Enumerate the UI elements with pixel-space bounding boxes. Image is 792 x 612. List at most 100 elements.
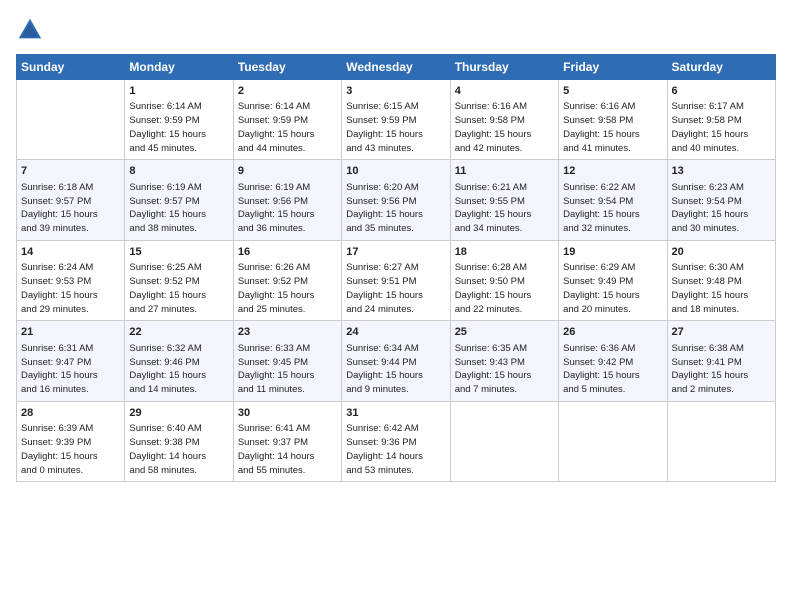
cell-info: Sunrise: 6:25 AM Sunset: 9:52 PM Dayligh… [129, 261, 228, 316]
cell-info: Sunrise: 6:23 AM Sunset: 9:54 PM Dayligh… [672, 181, 771, 236]
cell-info: Sunrise: 6:19 AM Sunset: 9:57 PM Dayligh… [129, 181, 228, 236]
calendar-cell: 23 Sunrise: 6:33 AM Sunset: 9:45 PM Dayli… [233, 321, 341, 401]
calendar-cell: 3Sunrise: 6:15 AM Sunset: 9:59 PM Daylig… [342, 80, 450, 160]
cell-info: Sunrise: 6:26 AM Sunset: 9:52 PM Dayligh… [238, 261, 337, 316]
day-number: 14 [21, 245, 120, 260]
day-number: 16 [238, 245, 337, 260]
day-number: 7 [21, 164, 120, 179]
day-number: 15 [129, 245, 228, 260]
week-row-1: 7 Sunrise: 6:18 AM Sunset: 9:57 PM Daylig… [17, 160, 776, 240]
calendar-cell: 7 Sunrise: 6:18 AM Sunset: 9:57 PM Daylig… [17, 160, 125, 240]
day-number: 2 [238, 84, 337, 99]
calendar-table: SundayMondayTuesdayWednesdayThursdayFrid… [16, 54, 776, 482]
day-number: 31 [346, 406, 445, 421]
calendar-cell: 26 Sunrise: 6:36 AM Sunset: 9:42 PM Dayli… [559, 321, 667, 401]
day-number: 6 [672, 84, 771, 99]
calendar-cell: 31Sunrise: 6:42 AM Sunset: 9:36 PM Dayli… [342, 401, 450, 481]
calendar-cell: 1Sunrise: 6:14 AM Sunset: 9:59 PM Daylig… [125, 80, 233, 160]
calendar-cell: 21 Sunrise: 6:31 AM Sunset: 9:47 PM Dayli… [17, 321, 125, 401]
cell-info: Sunrise: 6:32 AM Sunset: 9:46 PM Dayligh… [129, 342, 228, 397]
day-number: 20 [672, 245, 771, 260]
cell-info: Sunrise: 6:20 AM Sunset: 9:56 PM Dayligh… [346, 181, 445, 236]
calendar-cell: 19Sunrise: 6:29 AM Sunset: 9:49 PM Dayli… [559, 240, 667, 320]
day-number: 25 [455, 325, 554, 340]
cell-info: Sunrise: 6:29 AM Sunset: 9:49 PM Dayligh… [563, 261, 662, 316]
cell-info: Sunrise: 6:16 AM Sunset: 9:58 PM Dayligh… [563, 100, 662, 155]
day-number: 24 [346, 325, 445, 340]
day-number: 8 [129, 164, 228, 179]
cell-info: Sunrise: 6:21 AM Sunset: 9:55 PM Dayligh… [455, 181, 554, 236]
week-row-0: 1 Sunrise: 6:14 AM Sunset: 9:59 PM Daylig… [17, 80, 776, 160]
calendar-cell: 29Sunrise: 6:40 AM Sunset: 9:38 PM Dayli… [125, 401, 233, 481]
cell-info: Sunrise: 6:18 AM Sunset: 9:57 PM Dayligh… [21, 181, 120, 236]
day-number: 18 [455, 245, 554, 260]
cell-info: Sunrise: 6:40 AM Sunset: 9:38 PM Dayligh… [129, 422, 228, 477]
calendar-cell: 18Sunrise: 6:28 AM Sunset: 9:50 PM Dayli… [450, 240, 558, 320]
calendar-cell [17, 80, 125, 160]
cell-info: Sunrise: 6:34 AM Sunset: 9:44 PM Dayligh… [346, 342, 445, 397]
calendar-cell: 4Sunrise: 6:16 AM Sunset: 9:58 PM Daylig… [450, 80, 558, 160]
calendar-cell: 14Sunrise: 6:24 AM Sunset: 9:53 PM Dayli… [17, 240, 125, 320]
cell-info: Sunrise: 6:22 AM Sunset: 9:54 PM Dayligh… [563, 181, 662, 236]
calendar-cell [559, 401, 667, 481]
cell-info: Sunrise: 6:27 AM Sunset: 9:51 PM Dayligh… [346, 261, 445, 316]
cell-info: Sunrise: 6:15 AM Sunset: 9:59 PM Dayligh… [346, 100, 445, 155]
day-number: 13 [672, 164, 771, 179]
cell-info: Sunrise: 6:39 AM Sunset: 9:39 PM Dayligh… [21, 422, 120, 477]
logo-icon [16, 16, 44, 44]
cell-info: Sunrise: 6:33 AM Sunset: 9:45 PM Dayligh… [238, 342, 337, 397]
day-number: 28 [21, 406, 120, 421]
calendar-cell: 27 Sunrise: 6:38 AM Sunset: 9:41 PM Dayli… [667, 321, 775, 401]
calendar-cell: 15Sunrise: 6:25 AM Sunset: 9:52 PM Dayli… [125, 240, 233, 320]
cell-info: Sunrise: 6:36 AM Sunset: 9:42 PM Dayligh… [563, 342, 662, 397]
cell-info: Sunrise: 6:19 AM Sunset: 9:56 PM Dayligh… [238, 181, 337, 236]
cell-info: Sunrise: 6:14 AM Sunset: 9:59 PM Dayligh… [238, 100, 337, 155]
calendar-cell: 25Sunrise: 6:35 AM Sunset: 9:43 PM Dayli… [450, 321, 558, 401]
day-number: 21 [21, 325, 120, 340]
calendar-cell: 8 Sunrise: 6:19 AM Sunset: 9:57 PM Daylig… [125, 160, 233, 240]
logo [16, 16, 48, 44]
day-number: 29 [129, 406, 228, 421]
calendar-cell: 2Sunrise: 6:14 AM Sunset: 9:59 PM Daylig… [233, 80, 341, 160]
calendar-cell: 13 Sunrise: 6:23 AM Sunset: 9:54 PM Dayli… [667, 160, 775, 240]
day-number: 23 [238, 325, 337, 340]
cell-info: Sunrise: 6:42 AM Sunset: 9:36 PM Dayligh… [346, 422, 445, 477]
calendar-cell: 28Sunrise: 6:39 AM Sunset: 9:39 PM Dayli… [17, 401, 125, 481]
day-number: 19 [563, 245, 662, 260]
cell-info: Sunrise: 6:38 AM Sunset: 9:41 PM Dayligh… [672, 342, 771, 397]
cell-info: Sunrise: 6:16 AM Sunset: 9:58 PM Dayligh… [455, 100, 554, 155]
col-header-saturday: Saturday [667, 55, 775, 80]
day-number: 30 [238, 406, 337, 421]
day-number: 9 [238, 164, 337, 179]
col-header-tuesday: Tuesday [233, 55, 341, 80]
col-header-monday: Monday [125, 55, 233, 80]
week-row-2: 14Sunrise: 6:24 AM Sunset: 9:53 PM Dayli… [17, 240, 776, 320]
day-number: 1 [129, 84, 228, 99]
calendar-cell: 17Sunrise: 6:27 AM Sunset: 9:51 PM Dayli… [342, 240, 450, 320]
cell-info: Sunrise: 6:28 AM Sunset: 9:50 PM Dayligh… [455, 261, 554, 316]
day-number: 27 [672, 325, 771, 340]
cell-info: Sunrise: 6:31 AM Sunset: 9:47 PM Dayligh… [21, 342, 120, 397]
calendar-cell [667, 401, 775, 481]
col-header-friday: Friday [559, 55, 667, 80]
calendar-cell [450, 401, 558, 481]
calendar-cell: 5Sunrise: 6:16 AM Sunset: 9:58 PM Daylig… [559, 80, 667, 160]
col-header-sunday: Sunday [17, 55, 125, 80]
day-number: 10 [346, 164, 445, 179]
day-number: 26 [563, 325, 662, 340]
calendar-header-row: SundayMondayTuesdayWednesdayThursdayFrid… [17, 55, 776, 80]
calendar-cell: 12Sunrise: 6:22 AM Sunset: 9:54 PM Dayli… [559, 160, 667, 240]
day-number: 17 [346, 245, 445, 260]
day-number: 3 [346, 84, 445, 99]
col-header-wednesday: Wednesday [342, 55, 450, 80]
cell-info: Sunrise: 6:17 AM Sunset: 9:58 PM Dayligh… [672, 100, 771, 155]
calendar-cell: 22Sunrise: 6:32 AM Sunset: 9:46 PM Dayli… [125, 321, 233, 401]
cell-info: Sunrise: 6:30 AM Sunset: 9:48 PM Dayligh… [672, 261, 771, 316]
calendar-cell: 6Sunrise: 6:17 AM Sunset: 9:58 PM Daylig… [667, 80, 775, 160]
calendar-cell: 30Sunrise: 6:41 AM Sunset: 9:37 PM Dayli… [233, 401, 341, 481]
header [16, 16, 776, 44]
col-header-thursday: Thursday [450, 55, 558, 80]
day-number: 11 [455, 164, 554, 179]
cell-info: Sunrise: 6:24 AM Sunset: 9:53 PM Dayligh… [21, 261, 120, 316]
day-number: 5 [563, 84, 662, 99]
